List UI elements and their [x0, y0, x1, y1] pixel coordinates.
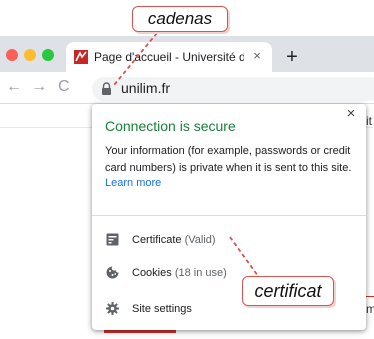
back-button[interactable]: ←	[6, 78, 22, 96]
cookies-row[interactable]: Cookies (18 in use)	[132, 267, 227, 279]
tab-close-icon[interactable]: ×	[249, 48, 265, 64]
lock-icon[interactable]	[101, 82, 112, 95]
window-maximize-button[interactable]	[42, 49, 54, 61]
connection-description: Your information (for example, passwords…	[105, 145, 352, 174]
connection-status-title: Connection is secure	[105, 118, 236, 134]
page-peek-text: m	[366, 302, 374, 316]
cookies-count: (18 in use)	[174, 267, 227, 279]
site-settings-label: Site settings	[132, 303, 192, 315]
tab-title: Page d'accueil - Université de Li	[94, 50, 244, 64]
reload-button[interactable]: C	[58, 78, 70, 96]
certificate-label: Certificate	[132, 234, 182, 246]
popup-divider	[92, 215, 366, 216]
page-peek-text: it	[366, 114, 372, 128]
certificate-annotation: certificat	[242, 276, 334, 306]
window-minimize-button[interactable]	[24, 49, 36, 61]
site-settings-row[interactable]: Site settings	[132, 303, 192, 315]
forward-button[interactable]: →	[31, 78, 47, 96]
page-accent-bar	[104, 330, 176, 333]
window-close-button[interactable]	[6, 49, 18, 61]
learn-more-link[interactable]: Learn more	[105, 177, 161, 189]
new-tab-button[interactable]: +	[282, 47, 302, 67]
certificate-status: (Valid)	[184, 234, 216, 246]
certificate-icon	[106, 233, 119, 246]
site-favicon-icon	[74, 50, 88, 64]
cookie-icon	[106, 266, 119, 279]
cookies-label: Cookies	[132, 267, 172, 279]
popup-close-icon[interactable]: ×	[344, 106, 358, 121]
certificate-row[interactable]: Certificate (Valid)	[132, 234, 216, 246]
tab-unilim[interactable]: Page d'accueil - Université de Li ×	[66, 42, 272, 72]
url-text[interactable]: unilim.fr	[121, 80, 170, 96]
lock-annotation: cadenas	[132, 6, 228, 32]
gear-icon	[106, 302, 119, 315]
